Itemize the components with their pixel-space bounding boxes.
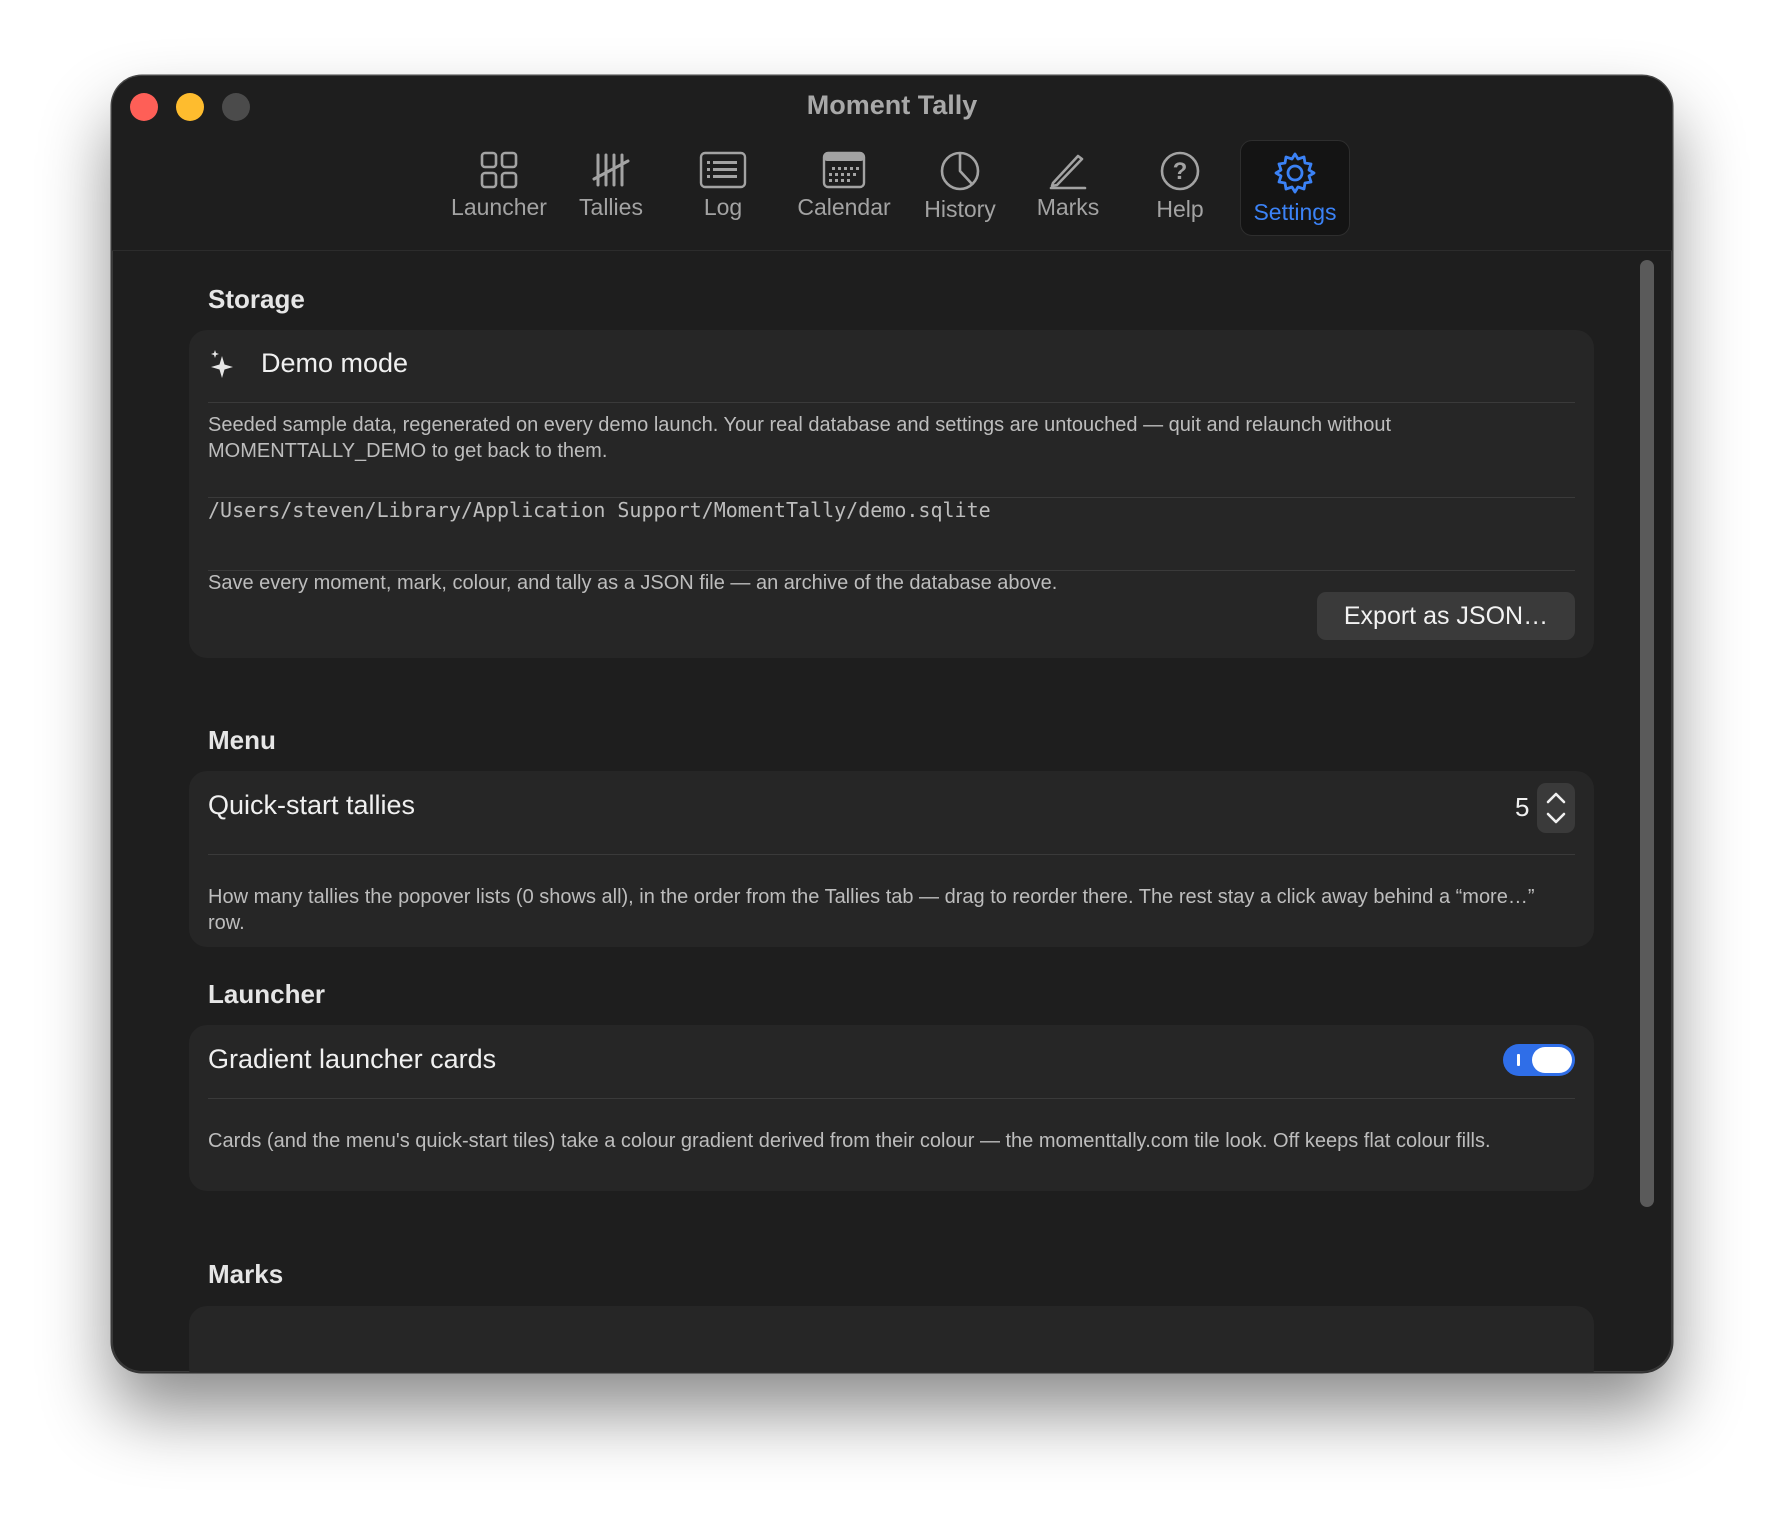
pencil-icon	[1049, 154, 1087, 190]
gradient-cards-description: Cards (and the menu's quick-start tiles)…	[208, 1130, 1491, 1152]
section-title-launcher: Launcher	[208, 979, 326, 1009]
quick-start-description: How many tallies the popover lists (0 sh…	[208, 886, 1535, 934]
toggle-on-indicator	[1517, 1054, 1520, 1066]
tab-label: History	[924, 196, 996, 222]
sparkles-icon	[211, 350, 233, 378]
tab-label: Help	[1156, 196, 1204, 222]
vertical-scrollbar[interactable]	[1636, 260, 1658, 1364]
section-title-menu: Menu	[208, 725, 276, 755]
tab-launcher[interactable]: Launcher	[439, 140, 559, 234]
quick-start-label: Quick-start tallies	[208, 790, 416, 820]
tab-marks[interactable]: Marks	[1022, 140, 1114, 234]
list-icon	[699, 151, 747, 189]
gradient-cards-toggle[interactable]	[1503, 1044, 1575, 1076]
calendar-icon	[822, 151, 866, 189]
pie-chart-icon	[940, 151, 980, 191]
gear-icon	[1274, 152, 1316, 194]
scrollbar-thumb[interactable]	[1640, 260, 1654, 1207]
toggle-knob	[1532, 1047, 1572, 1073]
export-json-button[interactable]: Export as JSON…	[1317, 592, 1575, 640]
tab-log[interactable]: Log	[683, 140, 763, 234]
stepper-arrows-icon	[1546, 792, 1566, 824]
storage-card: Demo mode Seeded sample data, regenerate…	[189, 330, 1594, 658]
tab-label: Calendar	[797, 194, 891, 220]
divider	[208, 402, 1575, 403]
svg-text:?: ?	[1173, 158, 1188, 185]
title-bar: Moment Tally Launcher Tallies Log Calend…	[112, 76, 1672, 251]
tab-tallies[interactable]: Tallies	[571, 140, 651, 234]
toolbar: Launcher Tallies Log Calendar History Ma…	[112, 140, 1672, 236]
export-description: Save every moment, mark, colour, and tal…	[208, 572, 1058, 594]
gradient-cards-label: Gradient launcher cards	[208, 1044, 497, 1074]
app-window: Moment Tally Launcher Tallies Log Calend…	[112, 76, 1672, 1372]
quick-start-stepper[interactable]	[1537, 783, 1575, 833]
section-title-storage: Storage	[208, 284, 305, 314]
divider	[208, 854, 1575, 855]
tab-label: Launcher	[451, 194, 547, 220]
launcher-card: Gradient launcher cards Cards (and the m…	[189, 1025, 1594, 1191]
marks-card	[189, 1306, 1594, 1372]
tab-label: Settings	[1253, 199, 1337, 225]
tab-label: Tallies	[579, 194, 643, 220]
settings-content[interactable]: Storage Demo mode Seeded sample data, re…	[112, 251, 1672, 1372]
section-title-marks: Marks	[208, 1259, 284, 1289]
tab-settings[interactable]: Settings	[1240, 140, 1350, 236]
tab-label: Log	[703, 194, 743, 220]
demo-mode-label: Demo mode	[261, 348, 409, 378]
tally-marks-icon	[592, 153, 630, 187]
window-title: Moment Tally	[806, 90, 978, 120]
tab-label: Marks	[1036, 194, 1100, 220]
tab-help[interactable]: ? Help	[1134, 140, 1226, 234]
quick-start-value: 5	[1515, 792, 1530, 822]
database-path: /Users/steven/Library/Application Suppor…	[208, 498, 991, 522]
grid-icon	[480, 151, 518, 189]
menu-card: Quick-start tallies 5 How many tallies t…	[189, 771, 1594, 947]
tab-history[interactable]: History	[906, 140, 1014, 234]
divider	[208, 1098, 1575, 1099]
demo-mode-description: Seeded sample data, regenerated on every…	[208, 414, 1392, 462]
question-icon: ?	[1160, 151, 1200, 191]
tab-calendar[interactable]: Calendar	[789, 140, 899, 234]
